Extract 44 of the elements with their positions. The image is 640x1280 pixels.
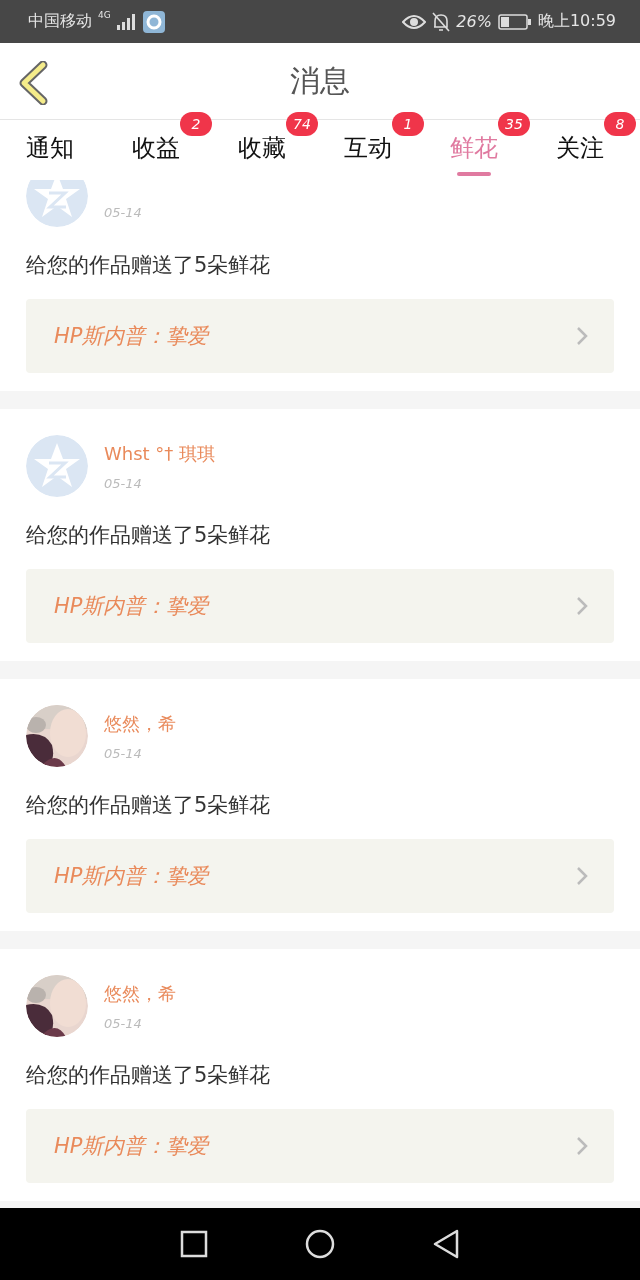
message-text: 给您的作品赠送了5朵鲜花 <box>26 1062 272 1089</box>
count-badge: 35 <box>498 112 530 136</box>
battery-icon <box>497 13 532 30</box>
message-date: 05-14 <box>104 204 142 220</box>
recents-icon[interactable] <box>179 1229 209 1259</box>
signal-icon <box>116 13 137 30</box>
tab[interactable]: 通知 <box>26 120 74 180</box>
carrier-name: 中国移动 <box>28 11 92 32</box>
work-link[interactable]: HP斯内普：挚爱 <box>26 569 614 643</box>
tab[interactable]: 收益 <box>132 120 180 180</box>
clock: 晚上10:59 <box>537 11 616 32</box>
work-link[interactable]: HP斯内普：挚爱 <box>26 299 614 373</box>
chevron-icon <box>576 596 588 616</box>
message-text: 给您的作品赠送了5朵鲜花 <box>26 252 272 279</box>
back-icon[interactable] <box>431 1229 461 1259</box>
message-date: 05-14 <box>104 475 143 491</box>
work-link[interactable]: HP斯内普：挚爱 <box>26 839 614 913</box>
home-icon[interactable] <box>305 1229 335 1259</box>
user-name[interactable]: 悠然，希 <box>104 711 176 736</box>
count-badge: 2 <box>180 112 212 136</box>
message-date: 05-14 <box>104 1015 143 1031</box>
tab[interactable]: 互动 <box>344 120 392 180</box>
user-name[interactable]: 悠然，希 <box>104 981 176 1006</box>
tab[interactable]: 关注 <box>556 120 604 180</box>
count-badge: 74 <box>286 112 318 136</box>
app-icon <box>142 10 165 33</box>
message-date: 05-14 <box>104 745 143 761</box>
chevron-icon <box>576 326 588 346</box>
tab[interactable]: 收藏 <box>238 120 286 180</box>
chevron-icon <box>576 866 588 886</box>
count-badge: 1 <box>392 112 424 136</box>
network-type: 4G <box>98 10 111 20</box>
tab[interactable]: 鲜花 <box>450 120 498 180</box>
user-name[interactable]: Whst °† 琪琪 <box>104 441 216 466</box>
count-badge: 8 <box>604 112 636 136</box>
message-text: 给您的作品赠送了5朵鲜花 <box>26 522 272 549</box>
page-title: 消息 <box>290 61 350 100</box>
work-link[interactable]: HP斯内普：挚爱 <box>26 1109 614 1183</box>
battery-percent: 26% <box>456 12 492 31</box>
chevron-icon <box>576 1136 588 1156</box>
bell-off-icon <box>432 11 451 32</box>
eye-icon <box>402 13 427 30</box>
message-text: 给您的作品赠送了5朵鲜花 <box>26 792 272 819</box>
avatar-icon <box>26 435 88 497</box>
